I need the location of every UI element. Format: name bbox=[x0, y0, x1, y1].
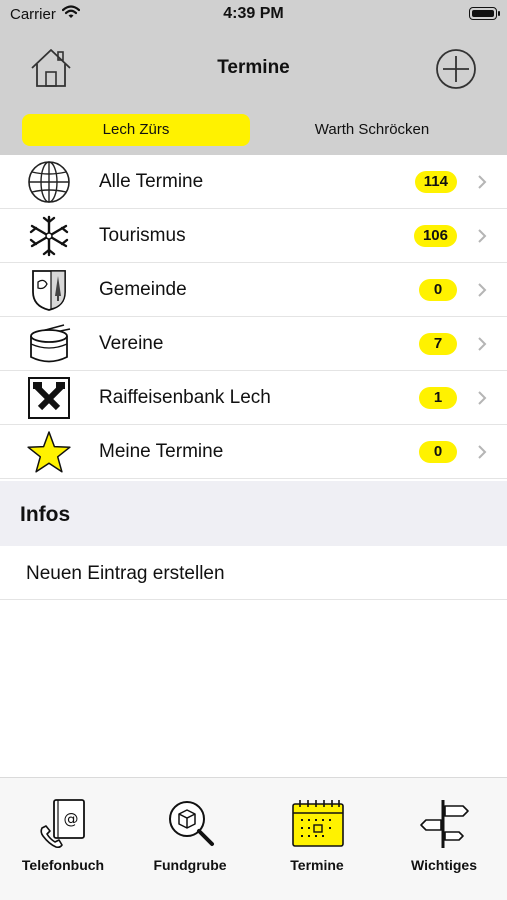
chevron-right-icon bbox=[478, 283, 487, 297]
segment-warth-schroecken[interactable]: Warth Schröcken bbox=[258, 114, 486, 146]
count-badge: 106 bbox=[413, 225, 457, 247]
count-badge: 1 bbox=[419, 387, 457, 409]
calendar-icon bbox=[292, 800, 344, 847]
home-button[interactable] bbox=[28, 46, 74, 90]
add-button[interactable] bbox=[435, 48, 477, 90]
count-badge: 0 bbox=[419, 441, 457, 463]
status-bar: Carrier 4:39 PM bbox=[0, 0, 507, 30]
magnifier-box-icon bbox=[169, 801, 214, 846]
list-item-label: Raiffeisenbank Lech bbox=[99, 387, 271, 408]
segment-lech-zuers[interactable]: Lech Zürs bbox=[22, 114, 250, 146]
tab-wichtiges[interactable]: Wichtiges bbox=[381, 778, 507, 888]
raiffeisen-logo-icon bbox=[28, 377, 70, 419]
navigation-bar: Termine bbox=[0, 30, 507, 105]
chevron-right-icon bbox=[478, 391, 487, 405]
list-item-vereine[interactable]: Vereine 7 bbox=[0, 317, 507, 371]
tab-fundgrube[interactable]: Fundgrube bbox=[127, 778, 253, 888]
phonebook-icon: @ bbox=[40, 799, 85, 849]
section-title: Infos bbox=[20, 503, 71, 526]
tab-bar: @ Telefonbuch Fundgrube Termine Wichtige… bbox=[0, 777, 507, 900]
infos-section-header: Infos bbox=[0, 481, 507, 546]
svg-text:@: @ bbox=[64, 810, 79, 828]
list-item-alle-termine[interactable]: Alle Termine 114 bbox=[0, 155, 507, 209]
tab-label: Wichtiges bbox=[411, 857, 477, 873]
list-item-neuen-eintrag-erstellen[interactable]: Neuen Eintrag erstellen bbox=[0, 546, 507, 600]
drum-icon bbox=[30, 324, 71, 363]
snowflake-icon bbox=[29, 215, 69, 257]
clock: 4:39 PM bbox=[223, 5, 284, 22]
tab-label: Telefonbuch bbox=[21, 857, 105, 873]
event-category-list: Alle Termine 114 Tourismus 106 Gemeinde … bbox=[0, 155, 507, 479]
signpost-icon bbox=[420, 800, 469, 848]
tab-label: Termine bbox=[290, 857, 344, 873]
list-item-label: Gemeinde bbox=[99, 279, 187, 300]
star-icon bbox=[27, 431, 71, 473]
tab-termine[interactable]: Termine bbox=[254, 778, 380, 888]
chevron-right-icon bbox=[478, 229, 487, 243]
list-item-tourismus[interactable]: Tourismus 106 bbox=[0, 209, 507, 263]
list-item-raiffeisenbank-lech[interactable]: Raiffeisenbank Lech 1 bbox=[0, 371, 507, 425]
tab-label: Fundgrube bbox=[153, 857, 227, 873]
chevron-right-icon bbox=[478, 337, 487, 351]
tab-telefonbuch[interactable]: @ Telefonbuch bbox=[0, 778, 126, 888]
chevron-right-icon bbox=[478, 445, 487, 459]
location-segmented-control: Lech Zürs Warth Schröcken bbox=[0, 105, 507, 155]
list-item-label: Meine Termine bbox=[99, 441, 224, 462]
page-title: Termine bbox=[217, 57, 290, 78]
list-item-label: Tourismus bbox=[99, 225, 186, 246]
count-badge: 114 bbox=[414, 171, 457, 193]
chevron-right-icon bbox=[478, 175, 487, 189]
list-item-label: Neuen Eintrag erstellen bbox=[26, 563, 225, 584]
globe-icon bbox=[28, 161, 70, 203]
list-item-meine-termine[interactable]: Meine Termine 0 bbox=[0, 425, 507, 479]
count-badge: 7 bbox=[419, 333, 457, 355]
list-item-gemeinde[interactable]: Gemeinde 0 bbox=[0, 263, 507, 317]
list-item-label: Alle Termine bbox=[99, 171, 204, 192]
coat-of-arms-icon bbox=[32, 270, 66, 311]
battery-icon bbox=[469, 7, 500, 20]
count-badge: 0 bbox=[419, 279, 457, 301]
list-item-label: Vereine bbox=[99, 333, 164, 354]
